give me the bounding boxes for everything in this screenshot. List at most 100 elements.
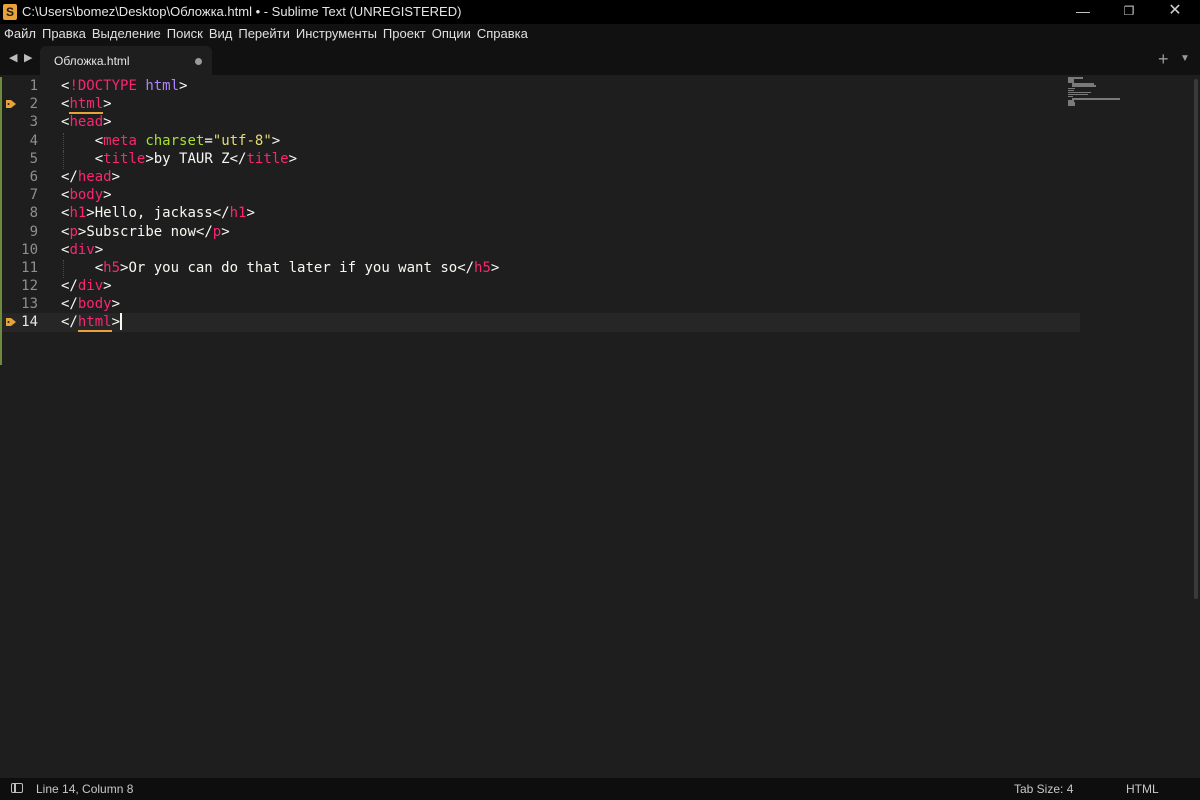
line-number[interactable]: 7: [2, 186, 56, 204]
line-number[interactable]: 6: [2, 168, 56, 186]
code-line[interactable]: <h1>Hello, jackass</h1>: [61, 204, 1080, 222]
line-number[interactable]: 14: [2, 313, 56, 332]
token-punct: >: [94, 241, 104, 258]
minimap-line: [1068, 104, 1075, 106]
code-line[interactable]: <html>: [61, 95, 1080, 115]
menu-selection[interactable]: Выделение: [89, 24, 164, 43]
menu-view[interactable]: Вид: [206, 24, 236, 43]
menu-bar: Файл Правка Выделение Поиск Вид Перейти …: [0, 24, 1200, 43]
line-number[interactable]: 9: [2, 223, 56, 241]
line-number[interactable]: 13: [2, 295, 56, 313]
code-line[interactable]: <head>: [61, 113, 1080, 131]
token-punct: </: [195, 223, 213, 240]
token-doctype-val: html: [145, 78, 180, 94]
minimap-line: [1072, 98, 1120, 100]
tab-oblozhka[interactable]: Обложка.html: [40, 46, 212, 75]
code-line[interactable]: <p>Subscribe now</p>: [61, 223, 1080, 241]
token-punct: >: [111, 314, 121, 331]
syntax-selector[interactable]: HTML: [1126, 782, 1159, 796]
line-number[interactable]: 2: [2, 95, 56, 113]
code-line[interactable]: </html>: [54, 312, 1080, 333]
tab-size-selector[interactable]: Tab Size: 4: [1014, 782, 1073, 796]
token-punct: <: [94, 132, 104, 149]
token-punct: >: [490, 259, 500, 276]
minimize-button[interactable]: —: [1060, 0, 1106, 24]
token-punct: </: [229, 150, 247, 167]
line-number-label: 7: [29, 187, 38, 204]
token-tag: p: [69, 223, 78, 240]
code-line[interactable]: <meta charset="utf-8">: [61, 132, 1080, 151]
menu-edit[interactable]: Правка: [39, 24, 89, 43]
token-punct: <: [94, 150, 104, 167]
token-punct: </: [457, 259, 475, 276]
window-title: C:\Users\bomez\Desktop\Обложка.html • - …: [22, 4, 462, 19]
menu-help[interactable]: Справка: [474, 24, 531, 43]
token-tag: meta: [103, 132, 137, 149]
line-number[interactable]: 12: [2, 277, 56, 295]
token-text: by TAUR Z: [153, 150, 230, 167]
tab-back-icon[interactable]: ◀: [9, 51, 17, 64]
token-punct: </: [212, 205, 230, 222]
minimap[interactable]: [1068, 75, 1188, 115]
line-number-label: 14: [21, 314, 38, 331]
code-line[interactable]: <title>by TAUR Z</title>: [61, 150, 1080, 169]
token-punct: =: [204, 132, 213, 149]
editor-area[interactable]: 1 2 3 4 5 6 7 8 9 10 11 12 13 14 <!DOCTYPE html> <html…: [0, 75, 1200, 778]
tab-list-dropdown-icon[interactable]: ▼: [1180, 53, 1190, 64]
token-tag: title: [103, 150, 146, 167]
line-number[interactable]: 10: [2, 241, 56, 259]
code-view[interactable]: <!DOCTYPE html> <html> <head> <meta charse…: [54, 77, 1080, 333]
title-bar: S C:\Users\bomez\Desktop\Обложка.html • …: [0, 0, 1200, 24]
code-line[interactable]: <body>: [61, 186, 1080, 204]
menu-project[interactable]: Проект: [380, 24, 429, 43]
code-line[interactable]: </head>: [61, 168, 1080, 186]
new-tab-icon[interactable]: +: [1158, 49, 1169, 70]
line-number[interactable]: 1: [2, 77, 56, 95]
line-number-label: 8: [29, 205, 38, 222]
token-punct: >: [179, 78, 188, 94]
status-bar: Line 14, Column 8 Tab Size: 4 HTML: [0, 778, 1200, 800]
code-line[interactable]: </div>: [61, 277, 1080, 295]
code-line[interactable]: <!DOCTYPE html>: [61, 77, 1080, 95]
maximize-button[interactable]: ❐: [1106, 0, 1152, 24]
vertical-scrollbar[interactable]: [1192, 75, 1200, 778]
token-punct: </: [61, 168, 78, 185]
token-tag: h1: [69, 205, 87, 222]
panel-switcher-icon[interactable]: [11, 783, 23, 793]
menu-tools[interactable]: Инструменты: [293, 24, 380, 43]
line-number-gutter[interactable]: 1 2 3 4 5 6 7 8 9 10 11 12 13 14: [2, 77, 56, 332]
line-number[interactable]: 11: [2, 259, 56, 277]
code-line[interactable]: <div>: [61, 241, 1080, 259]
menu-preferences[interactable]: Опции: [429, 24, 474, 43]
menu-find[interactable]: Поиск: [164, 24, 206, 43]
menu-file[interactable]: Файл: [0, 24, 39, 43]
close-button[interactable]: ✕: [1152, 0, 1198, 24]
tab-label: Обложка.html: [54, 54, 130, 68]
line-number-label: 9: [29, 223, 38, 240]
line-number[interactable]: 3: [2, 113, 56, 131]
token-text: Hello, jackass: [94, 205, 213, 222]
code-line[interactable]: </body>: [61, 295, 1080, 313]
token-text: Or you can do that later if you want so: [128, 259, 458, 276]
token-punct: >: [111, 296, 121, 313]
token-punct: </: [61, 296, 78, 313]
bookmark-icon[interactable]: [6, 317, 17, 327]
line-number[interactable]: 5: [2, 150, 56, 168]
line-number-label: 4: [29, 132, 38, 149]
unsaved-dot-icon[interactable]: [195, 58, 202, 65]
cursor-position[interactable]: Line 14, Column 8: [36, 782, 133, 796]
menu-goto[interactable]: Перейти: [235, 24, 293, 43]
line-number[interactable]: 4: [2, 132, 56, 150]
sublime-window: S C:\Users\bomez\Desktop\Обложка.html • …: [0, 0, 1200, 800]
indent-guide: [63, 132, 65, 151]
token-punct: >: [103, 187, 112, 204]
indent-whitespace: [61, 132, 95, 151]
line-number[interactable]: 8: [2, 204, 56, 222]
bookmark-icon[interactable]: [6, 99, 17, 109]
tab-forward-icon[interactable]: ▶: [24, 51, 32, 64]
token-tag: h5: [103, 259, 121, 276]
code-line[interactable]: <h5>Or you can do that later if you want…: [61, 259, 1080, 279]
scrollbar-thumb[interactable]: [1194, 79, 1198, 599]
token-doctype: !DOCTYPE: [69, 78, 137, 94]
line-number-label: 11: [21, 259, 38, 276]
